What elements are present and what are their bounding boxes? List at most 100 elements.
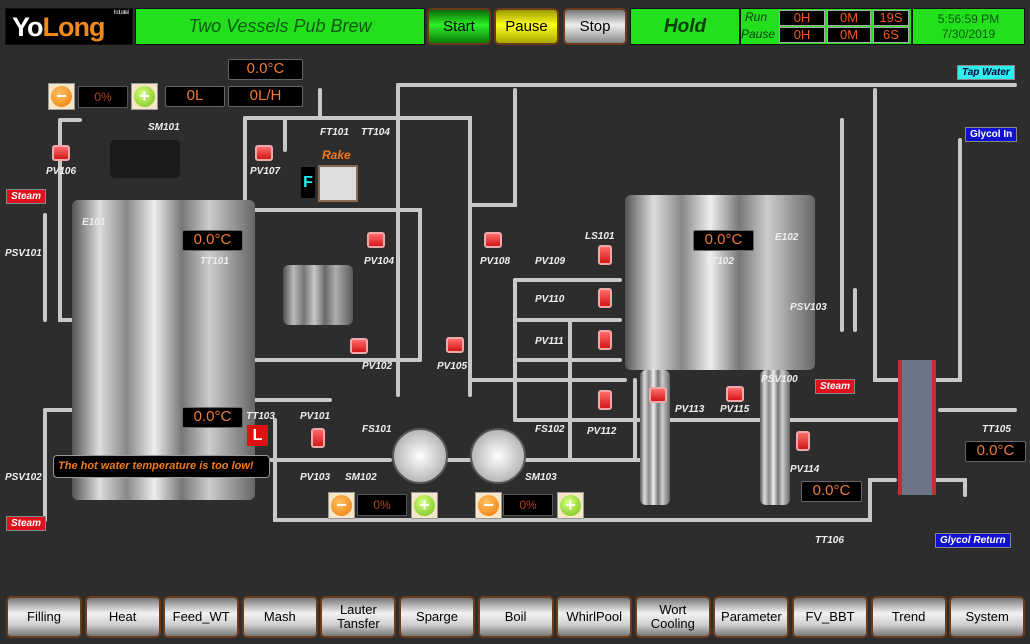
tag-tt106: TT106 (815, 535, 844, 546)
rake-mode: F (301, 167, 315, 198)
valve-pv108[interactable] (484, 232, 502, 248)
sm103-speed-readout: 0% (503, 494, 553, 516)
valve-pv105[interactable] (446, 337, 464, 353)
tag-ft101: FT101 (320, 127, 349, 138)
nav-mash[interactable]: Mash (241, 596, 318, 638)
minus-icon: − (51, 86, 72, 107)
pump-sm103[interactable] (470, 428, 526, 484)
nav-lauter-tansfer[interactable]: Lauter Tansfer (320, 596, 397, 638)
pump-sm102[interactable] (392, 428, 448, 484)
plus-icon: + (414, 495, 435, 516)
rake-label: Rake (322, 148, 351, 162)
sm102-increase-button[interactable]: + (411, 492, 438, 519)
run-hours: 0H (779, 10, 825, 26)
valve-pv104[interactable] (367, 232, 385, 248)
valve-pv111[interactable] (598, 330, 612, 350)
tag-fs101: FS101 (362, 424, 392, 435)
tag-psv103: PSV103 (790, 302, 827, 313)
stop-button[interactable]: Stop (563, 8, 627, 45)
process-state: Hold (630, 8, 740, 45)
decrease-button[interactable]: − (48, 83, 75, 110)
tag-sm102: SM102 (345, 472, 377, 483)
glycol-return-label: Glycol Return (935, 533, 1011, 548)
plus-icon: + (134, 86, 155, 107)
sm103-decrease-button[interactable]: − (475, 492, 502, 519)
rake-toggle[interactable] (318, 165, 358, 202)
pump-speed-readout: 0% (78, 86, 128, 108)
sm102-speed-readout: 0% (357, 494, 407, 516)
flow-readout: 0L/H (228, 86, 303, 107)
nav-sparge[interactable]: Sparge (399, 596, 475, 638)
valve-pv101[interactable] (311, 428, 325, 448)
sm102-decrease-button[interactable]: − (328, 492, 355, 519)
hmi-screen: YoLong Industrial Two Vessels Pub Brew St… (0, 0, 1030, 644)
pause-button[interactable]: Pause (494, 8, 559, 45)
tag-pv112: PV112 (587, 426, 617, 437)
start-button[interactable]: Start (427, 8, 491, 45)
tt106-readout: 0.0°C (801, 481, 862, 502)
brew-kettle-e102 (625, 195, 815, 370)
tap-water-label: Tap Water (957, 65, 1015, 80)
pause-seconds: 6S (873, 27, 909, 43)
valve-pv113[interactable] (649, 387, 667, 403)
tag-pv103: PV103 (300, 472, 331, 483)
nav-filling[interactable]: Filling (6, 596, 82, 638)
nav-whirlpool[interactable]: WhirlPool (556, 596, 633, 638)
valve-pv109[interactable] (598, 245, 612, 265)
valve-pv114[interactable] (796, 431, 810, 451)
tag-pv105: PV105 (437, 361, 468, 372)
valve-pv112[interactable] (598, 390, 612, 410)
tag-pv110: PV110 (535, 294, 565, 305)
valve-pv102[interactable] (350, 338, 368, 354)
tag-tt102: TT102 (705, 256, 734, 267)
nav-boil[interactable]: Boil (477, 596, 554, 638)
inlet-temp-readout: 0.0°C (228, 59, 303, 80)
nav-fv_bbt[interactable]: FV_BBT (792, 596, 868, 638)
motor-sm101 (110, 140, 180, 178)
clock: 5:56:59 PM 7/30/2019 (912, 8, 1025, 45)
tag-fs102: FS102 (535, 424, 565, 435)
valve-pv107[interactable] (255, 145, 273, 161)
run-seconds: 19S (873, 10, 909, 26)
minus-icon: − (478, 495, 499, 516)
plus-icon: + (560, 495, 581, 516)
tag-psv102: PSV102 (5, 472, 42, 483)
tag-tt101: TT101 (200, 256, 229, 267)
nav-heat[interactable]: Heat (84, 596, 161, 638)
tag-pv111: PV111 (535, 336, 564, 347)
steam-label: Steam (6, 516, 47, 531)
alarm-message: The hot water temperature is too low! (53, 455, 270, 478)
pause-minutes: 0M (827, 27, 871, 43)
tag-pv114: PV114 (790, 464, 820, 475)
glycol-in-label: Glycol In (965, 127, 1018, 142)
tag-pv102: PV102 (362, 361, 393, 372)
nav-feed_wt[interactable]: Feed_WT (163, 596, 240, 638)
nav-trend[interactable]: Trend (870, 596, 947, 638)
nav-system[interactable]: System (949, 596, 1026, 638)
tag-tt104: TT104 (361, 127, 390, 138)
tag-sm101: SM101 (148, 122, 180, 133)
tag-ls101: LS101 (585, 231, 615, 242)
tag-pv106: PV106 (46, 166, 77, 177)
nav-wort-cooling[interactable]: Wort Cooling (634, 596, 711, 638)
tag-tt103: TT103 (246, 411, 275, 422)
sm103-increase-button[interactable]: + (557, 492, 584, 519)
tag-tt105: TT105 (982, 424, 1011, 435)
valve-pv110[interactable] (598, 288, 612, 308)
yolong-logo: YoLong Industrial (5, 8, 133, 45)
lauter-vessel (283, 265, 353, 325)
page-title: Two Vessels Pub Brew (135, 8, 425, 45)
tag-pv108: PV108 (480, 256, 511, 267)
valve-pv106[interactable] (52, 145, 70, 161)
increase-button[interactable]: + (131, 83, 158, 110)
tag-pv115: PV115 (720, 404, 750, 415)
tag-pv107: PV107 (250, 166, 281, 177)
clock-time: 5:56:59 PM (937, 12, 1000, 26)
valve-pv115[interactable] (726, 386, 744, 402)
steam-label: Steam (815, 379, 856, 394)
nav-parameter[interactable]: Parameter (713, 596, 790, 638)
volume-readout: 0L (165, 86, 225, 107)
tag-pv109: PV109 (535, 256, 566, 267)
kettle-leg (760, 370, 790, 505)
tag-pv113: PV113 (675, 404, 705, 415)
